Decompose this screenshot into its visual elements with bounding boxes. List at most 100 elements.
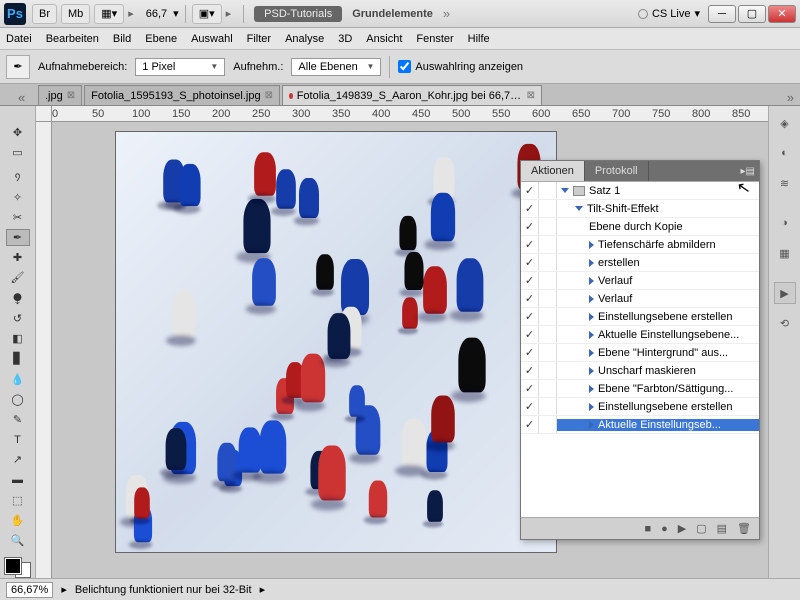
action-enabled-checkbox[interactable]: ✓: [521, 200, 539, 217]
document-tab[interactable]: Fotolia_1595193_S_photoinsel.jpg⊠: [84, 85, 280, 105]
action-row[interactable]: ✓Unscharf maskieren: [521, 362, 759, 380]
action-enabled-checkbox[interactable]: ✓: [521, 398, 539, 415]
marquee-tool[interactable]: ▭: [6, 144, 30, 161]
play-icon[interactable]: ▶: [678, 522, 686, 535]
dodge-tool[interactable]: ◯: [6, 391, 30, 408]
action-dialog-toggle[interactable]: [539, 326, 557, 343]
adjust-icon[interactable]: ◑: [774, 212, 796, 234]
type-tool[interactable]: T: [6, 431, 30, 448]
ruler-origin[interactable]: [36, 106, 52, 122]
eyedropper-tool[interactable]: ✒: [6, 229, 30, 246]
action-enabled-checkbox[interactable]: ✓: [521, 218, 539, 235]
action-dialog-toggle[interactable]: [539, 254, 557, 271]
actions-list[interactable]: ✓Satz 1✓Tilt-Shift-Effekt✓Ebene durch Ko…: [521, 181, 759, 517]
sample-size-dropdown[interactable]: 1 Pixel▼: [135, 58, 225, 76]
blur-tool[interactable]: 💧: [6, 370, 30, 387]
action-enabled-checkbox[interactable]: ✓: [521, 236, 539, 253]
menu-ansicht[interactable]: Ansicht: [366, 33, 402, 45]
tabs-scroll-left[interactable]: «: [18, 90, 25, 105]
trash-icon[interactable]: 🗑: [737, 522, 751, 535]
tab-protokoll[interactable]: Protokoll: [585, 161, 649, 181]
stamp-tool[interactable]: ⧭: [6, 290, 30, 307]
pen-tool[interactable]: ✎: [6, 411, 30, 428]
sample-layers-dropdown[interactable]: Alle Ebenen▼: [291, 58, 381, 76]
action-dialog-toggle[interactable]: [539, 200, 557, 217]
action-row[interactable]: ✓Ebene durch Kopie: [521, 218, 759, 236]
action-dialog-toggle[interactable]: [539, 344, 557, 361]
menu-datei[interactable]: Datei: [6, 33, 32, 45]
action-enabled-checkbox[interactable]: ✓: [521, 308, 539, 325]
bridge-button[interactable]: Br: [32, 4, 57, 24]
tab-aktionen[interactable]: Aktionen: [521, 161, 585, 181]
action-enabled-checkbox[interactable]: ✓: [521, 290, 539, 307]
menu-bild[interactable]: Bild: [113, 33, 131, 45]
action-row[interactable]: ✓Tiefenschärfe abmildern: [521, 236, 759, 254]
action-row[interactable]: ✓Ebene "Hintergrund" aus...: [521, 344, 759, 362]
color-swatches[interactable]: [5, 558, 31, 578]
zoom-level[interactable]: 66,7: [146, 8, 167, 20]
action-enabled-checkbox[interactable]: ✓: [521, 416, 539, 433]
workspace-active[interactable]: PSD-Tutorials: [254, 6, 342, 22]
new-action-icon[interactable]: ▤: [717, 522, 727, 535]
action-enabled-checkbox[interactable]: ✓: [521, 362, 539, 379]
close-button[interactable]: ✕: [768, 5, 796, 23]
close-tab-icon[interactable]: ⊠: [67, 90, 75, 101]
action-enabled-checkbox[interactable]: ✓: [521, 254, 539, 271]
layers-icon[interactable]: ◈: [774, 112, 796, 134]
menu-fenster[interactable]: Fenster: [416, 33, 453, 45]
3d-tool[interactable]: ⬚: [6, 492, 30, 509]
arrange-docs-button[interactable]: ▦▾: [94, 4, 124, 24]
action-dialog-toggle[interactable]: [539, 362, 557, 379]
action-dialog-toggle[interactable]: [539, 218, 557, 235]
history-brush-tool[interactable]: ↺: [6, 310, 30, 327]
action-dialog-toggle[interactable]: [539, 416, 557, 433]
channels-icon[interactable]: ◐: [774, 142, 796, 164]
crop-tool[interactable]: ✂: [6, 209, 30, 226]
maximize-button[interactable]: ▢: [738, 5, 766, 23]
action-enabled-checkbox[interactable]: ✓: [521, 326, 539, 343]
history-icon[interactable]: ⟲: [774, 312, 796, 334]
action-row[interactable]: ✓Verlauf: [521, 290, 759, 308]
paths-icon[interactable]: ≋: [774, 172, 796, 194]
styles-icon[interactable]: ▦: [774, 242, 796, 264]
action-row[interactable]: ✓Satz 1: [521, 182, 759, 200]
zoom-tool[interactable]: 🔍: [6, 532, 30, 549]
workspace-other[interactable]: Grundelemente: [352, 8, 433, 20]
heal-tool[interactable]: ✚: [6, 249, 30, 266]
action-row[interactable]: ✓Aktuelle Einstellungseb...: [521, 416, 759, 434]
action-enabled-checkbox[interactable]: ✓: [521, 380, 539, 397]
menu-analyse[interactable]: Analyse: [285, 33, 324, 45]
gradient-tool[interactable]: ▊: [6, 350, 30, 367]
action-dialog-toggle[interactable]: [539, 272, 557, 289]
menu-bearbeiten[interactable]: Bearbeiten: [46, 33, 99, 45]
menu-3d[interactable]: 3D: [338, 33, 352, 45]
fg-color[interactable]: [5, 558, 21, 574]
menu-ebene[interactable]: Ebene: [145, 33, 177, 45]
document-tab[interactable]: .jpg⊠: [38, 85, 82, 105]
action-dialog-toggle[interactable]: [539, 290, 557, 307]
action-enabled-checkbox[interactable]: ✓: [521, 182, 539, 199]
status-arrow-icon[interactable]: ▸: [61, 583, 67, 596]
action-enabled-checkbox[interactable]: ✓: [521, 272, 539, 289]
status-menu-icon[interactable]: ▸: [260, 583, 266, 596]
action-row[interactable]: ✓Ebene "Farbton/Sättigung...: [521, 380, 759, 398]
stop-icon[interactable]: ■: [644, 523, 651, 535]
shape-tool[interactable]: ▬: [6, 472, 30, 489]
path-tool[interactable]: ↗: [6, 451, 30, 468]
panel-menu-icon[interactable]: ▸▤: [737, 166, 759, 177]
lasso-tool[interactable]: ᠀: [6, 164, 30, 185]
minimize-button[interactable]: ─: [708, 5, 736, 23]
action-row[interactable]: ✓Verlauf: [521, 272, 759, 290]
menu-filter[interactable]: Filter: [247, 33, 271, 45]
action-dialog-toggle[interactable]: [539, 236, 557, 253]
minibridge-button[interactable]: Mb: [61, 4, 90, 24]
tabs-scroll-right[interactable]: »: [787, 90, 794, 105]
document-canvas[interactable]: [116, 132, 556, 552]
action-dialog-toggle[interactable]: [539, 380, 557, 397]
actions-play-icon[interactable]: ▶: [774, 282, 796, 304]
menu-hilfe[interactable]: Hilfe: [468, 33, 490, 45]
ruler-vertical[interactable]: [36, 122, 52, 578]
document-tab-active[interactable]: Fotolia_149839_S_Aaron_Kohr.jpg bei 66,7…: [282, 85, 542, 105]
new-set-icon[interactable]: ▢: [696, 522, 706, 535]
action-dialog-toggle[interactable]: [539, 398, 557, 415]
